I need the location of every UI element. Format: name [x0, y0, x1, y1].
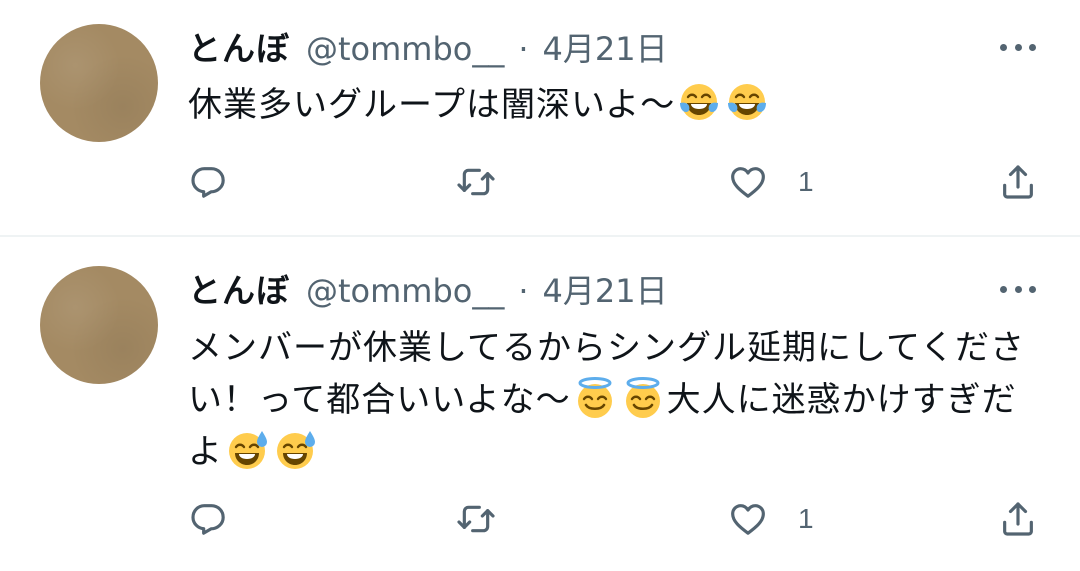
smiling-face-with-halo-icon [573, 376, 617, 420]
tweet[interactable]: とんぼ @tommbo__ · 4月21日 休業多いグループは闇深いよ〜 1 [0, 0, 1080, 237]
share-button[interactable] [998, 494, 1038, 544]
tweet-text: 休業多いグループは闇深いよ〜 [188, 79, 1048, 131]
separator-dot: · [518, 272, 529, 310]
like-count: 1 [798, 503, 814, 534]
more-icon[interactable] [1000, 283, 1036, 295]
tweet-text-content: 休業多いグループは闇深いよ〜 [188, 85, 676, 125]
like-button[interactable]: 1 [728, 157, 814, 207]
grinning-face-with-sweat-icon [273, 428, 317, 472]
display-name[interactable]: とんぼ [188, 22, 290, 70]
grinning-face-with-sweat-icon [225, 428, 269, 472]
smiling-face-with-halo-icon [621, 376, 665, 420]
reply-icon [188, 499, 228, 539]
retweet-button[interactable] [456, 157, 496, 207]
like-count: 1 [798, 166, 814, 197]
retweet-icon [456, 162, 496, 202]
tweet-text: メンバーが休業してるからシングル延期にしてください！って都合いいよな〜 大人に迷惑… [188, 322, 1048, 478]
user-handle[interactable]: @tommbo__ [306, 30, 504, 68]
face-with-tears-of-joy-icon [677, 81, 721, 125]
tweet-timestamp[interactable]: 4月21日 [543, 24, 668, 70]
retweet-icon [456, 499, 496, 539]
reply-button[interactable] [188, 494, 228, 544]
reply-button[interactable] [188, 157, 228, 207]
reply-icon [188, 162, 228, 202]
user-handle[interactable]: @tommbo__ [306, 272, 504, 310]
share-icon [998, 499, 1038, 539]
share-button[interactable] [998, 157, 1038, 207]
face-with-tears-of-joy-icon [725, 81, 769, 125]
tweet-actions: 1 [188, 157, 1040, 207]
more-icon[interactable] [1000, 41, 1036, 53]
like-button[interactable]: 1 [728, 494, 814, 544]
retweet-button[interactable] [456, 494, 496, 544]
share-icon [998, 162, 1038, 202]
like-icon [728, 162, 768, 202]
separator-dot: · [518, 30, 529, 68]
tweet-actions: 1 [188, 494, 1040, 544]
tweet-header: とんぼ @tommbo__ · 4月21日 [188, 264, 668, 314]
tweet-timestamp[interactable]: 4月21日 [543, 266, 668, 312]
tweet[interactable]: とんぼ @tommbo__ · 4月21日 メンバーが休業してるからシングル延期… [0, 236, 1080, 571]
like-icon [728, 499, 768, 539]
display-name[interactable]: とんぼ [188, 264, 290, 312]
avatar[interactable] [40, 24, 158, 142]
tweet-header: とんぼ @tommbo__ · 4月21日 [188, 22, 668, 72]
avatar[interactable] [40, 266, 158, 384]
